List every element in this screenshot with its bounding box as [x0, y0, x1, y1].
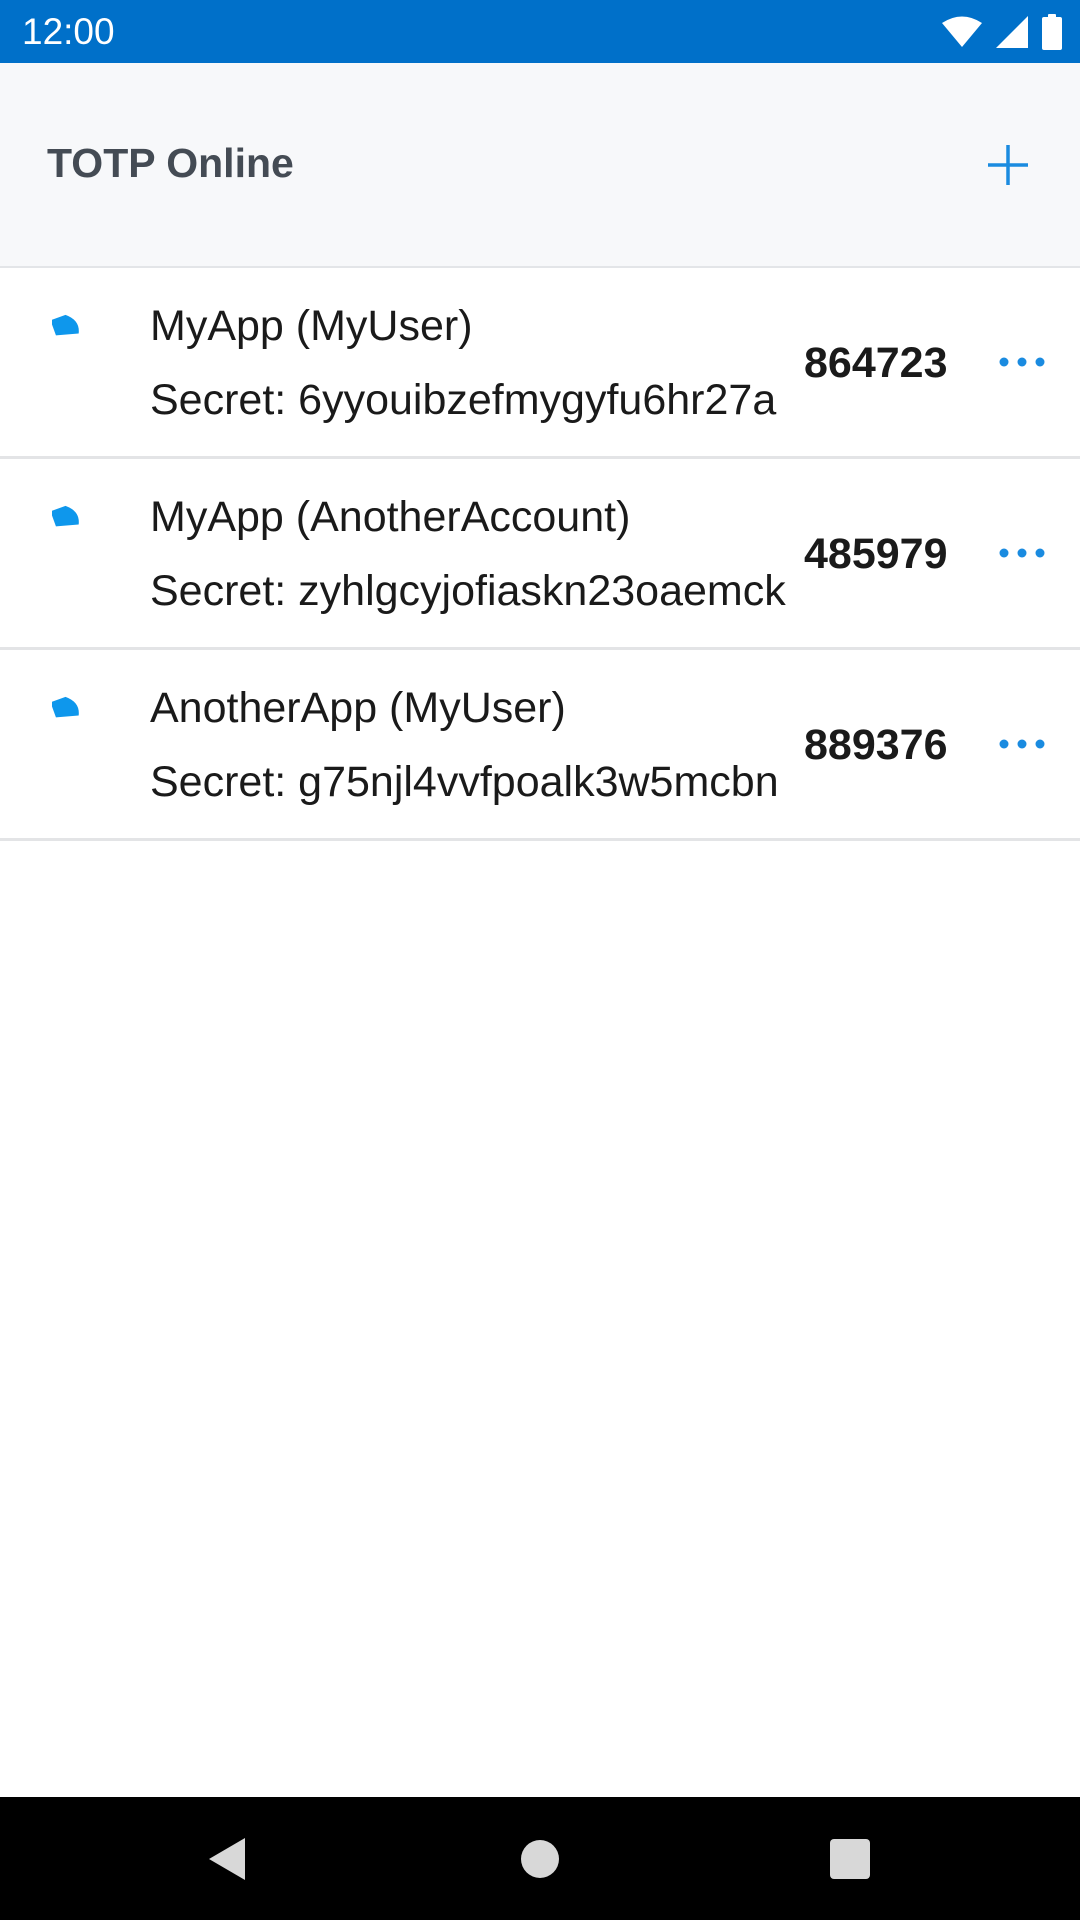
- account-secret: Secret: zyhlgcyjofiaskn23oaemck: [150, 567, 786, 615]
- list-item[interactable]: MyApp (AnotherAccount) Secret: zyhlgcyjo…: [0, 459, 1080, 650]
- totp-code[interactable]: 889376: [804, 719, 948, 771]
- home-icon: [521, 1840, 559, 1878]
- page-title: TOTP Online: [47, 140, 294, 186]
- more-options-button[interactable]: [990, 716, 1054, 772]
- more-options-button[interactable]: [990, 525, 1054, 581]
- more-horizontal-icon: [999, 739, 1045, 749]
- countdown-timer-icon: [52, 505, 79, 527]
- more-horizontal-icon: [999, 548, 1045, 558]
- more-horizontal-icon: [999, 357, 1045, 367]
- battery-icon: [1042, 14, 1062, 50]
- status-time: 12:00: [22, 11, 115, 52]
- account-name: MyApp (AnotherAccount): [150, 493, 631, 541]
- recents-icon: [830, 1839, 870, 1879]
- more-options-button[interactable]: [990, 334, 1054, 390]
- app-screen: 12:00 TOTP Online MyApp (MyUser) Secret:…: [0, 0, 1080, 1920]
- account-secret: Secret: g75njl4vvfpoalk3w5mcbn: [150, 758, 779, 806]
- wifi-icon: [942, 16, 982, 48]
- countdown-timer-icon: [52, 696, 79, 718]
- back-icon: [209, 1838, 245, 1880]
- status-bar: 12:00: [0, 0, 1080, 63]
- countdown-timer-icon: [52, 314, 79, 336]
- recents-button[interactable]: [818, 1827, 882, 1891]
- list-item[interactable]: AnotherApp (MyUser) Secret: g75njl4vvfpo…: [0, 650, 1080, 841]
- signal-icon: [996, 16, 1028, 48]
- account-list: MyApp (MyUser) Secret: 6yyouibzefmygyfu6…: [0, 268, 1080, 841]
- account-name: AnotherApp (MyUser): [150, 684, 566, 732]
- back-button[interactable]: [195, 1827, 259, 1891]
- totp-code[interactable]: 864723: [804, 337, 948, 389]
- totp-code[interactable]: 485979: [804, 528, 948, 580]
- account-secret: Secret: 6yyouibzefmygyfu6hr27a: [150, 376, 777, 424]
- home-button[interactable]: [508, 1827, 572, 1891]
- add-account-button[interactable]: [972, 129, 1044, 201]
- status-icons: [942, 12, 1062, 52]
- plus-icon: [988, 145, 1028, 185]
- app-header: TOTP Online: [0, 63, 1080, 268]
- account-name: MyApp (MyUser): [150, 302, 473, 350]
- list-item[interactable]: MyApp (MyUser) Secret: 6yyouibzefmygyfu6…: [0, 268, 1080, 459]
- navigation-bar: [0, 1797, 1080, 1920]
